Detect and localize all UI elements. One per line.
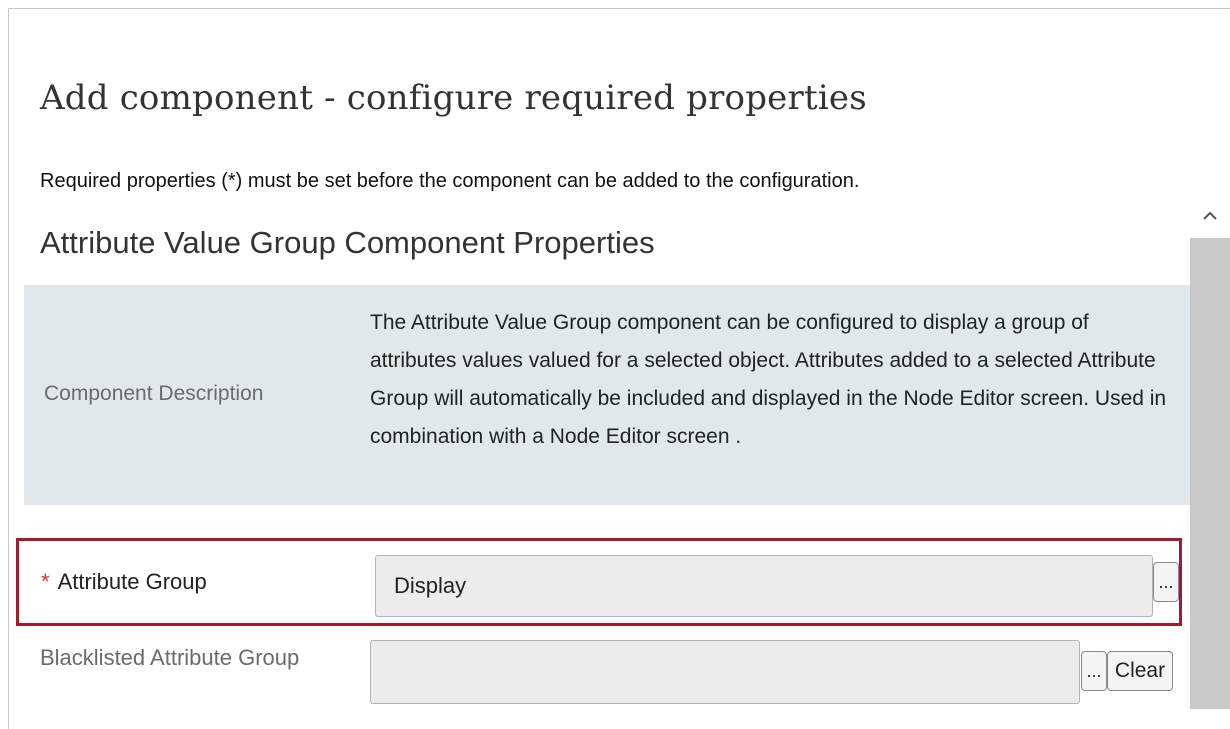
section-heading: Attribute Value Group Component Properti…	[40, 225, 655, 260]
blacklisted-attribute-group-field[interactable]	[370, 640, 1080, 704]
properties-scroll-area: Attribute Value Group Component Properti…	[10, 200, 1230, 709]
attribute-group-field[interactable]: Display	[375, 555, 1153, 617]
scrollbar-thumb[interactable]	[1190, 238, 1230, 709]
attribute-group-label-text: Attribute Group	[57, 569, 207, 594]
vertical-scrollbar[interactable]	[1190, 200, 1230, 709]
blacklisted-clear-button[interactable]: Clear	[1107, 651, 1173, 691]
required-marker: *	[41, 569, 50, 594]
blacklisted-browse-button[interactable]: ...	[1081, 651, 1107, 691]
dialog-subtitle: Required properties (*) must be set befo…	[40, 170, 860, 192]
attribute-group-row: * Attribute Group Display ...	[16, 538, 1182, 626]
component-description-box: Component Description The Attribute Valu…	[24, 285, 1190, 505]
component-description-text: The Attribute Value Group component can …	[370, 311, 1167, 448]
chevron-up-icon[interactable]	[1198, 204, 1222, 228]
attribute-group-browse-button[interactable]: ...	[1153, 562, 1179, 602]
component-description-label: Component Description	[44, 382, 264, 405]
attribute-group-label: * Attribute Group	[41, 569, 207, 595]
dialog-title: Add component - configure required prope…	[40, 78, 867, 118]
blacklisted-attribute-group-label: Blacklisted Attribute Group	[40, 645, 300, 670]
